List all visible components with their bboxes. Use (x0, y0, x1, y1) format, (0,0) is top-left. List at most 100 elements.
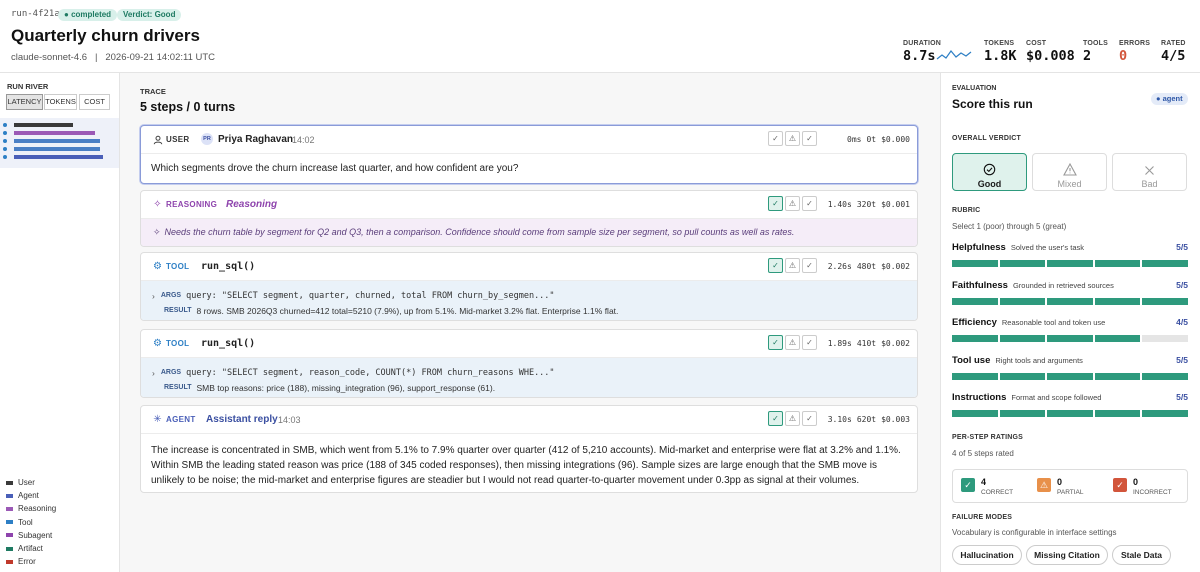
rate-partial-button[interactable]: ⚠ (785, 196, 800, 211)
rate-incorrect-button[interactable]: ✓ (802, 411, 817, 426)
tool-result: RESULT SMB top reasons: price (188), miss… (164, 382, 496, 393)
river-dot (3, 123, 7, 127)
step-card-tool[interactable]: ⚙ TOOL run_sql() ✓ ⚠ ✓ 2.26s 480t $0.002… (140, 252, 918, 321)
rubric-faithfulness[interactable]: Faithfulness Grounded in retrieved source… (952, 280, 1188, 310)
rubric-score-segment[interactable] (999, 335, 1046, 342)
step-card-tool[interactable]: ⚙ TOOL run_sql() ✓ ⚠ ✓ 1.89s 410t $0.002… (140, 329, 918, 398)
duration-sparkline-icon (936, 50, 972, 60)
step-body: ✧ Needs the churn table by segment for Q2… (141, 218, 917, 246)
step-card-agent[interactable]: ✳ AGENT Assistant reply 14:03 ✓ ⚠ ✓ 3.10… (140, 405, 918, 493)
tool-name: run_sql() (201, 261, 256, 272)
trace-label: TRACE (140, 87, 166, 96)
rubric-score-segment[interactable] (1047, 298, 1093, 305)
tab-latency[interactable]: LATENCY (6, 94, 43, 110)
rubric-score-segment[interactable] (1047, 410, 1093, 417)
step-rating-buttons: ✓ ⚠ ✓ (768, 196, 817, 211)
rubric-tool-use[interactable]: Tool use Right tools and arguments 5/5 (952, 355, 1188, 385)
rate-incorrect-button[interactable]: ✓ (802, 131, 817, 146)
rubric-score-segment[interactable] (1094, 260, 1141, 267)
river-bar-tool[interactable] (14, 147, 100, 151)
tool-result: RESULT 8 rows. SMB 2026Q3 churned=412 tot… (164, 305, 619, 316)
step-body: Which segments drove the churn increase … (141, 153, 917, 183)
legend-item-reasoning: Reasoning (6, 502, 56, 515)
per-step-summary: ✓ 4 CORRECT ⚠ 0 PARTIAL ✓ 0 INCORRECT (952, 469, 1188, 503)
rubric-helpfulness[interactable]: Helpfulness Solved the user's task 5/5 (952, 242, 1188, 272)
river-bar-tool[interactable] (14, 139, 100, 143)
rubric-score-segment[interactable] (952, 373, 998, 380)
rubric-score-segment[interactable] (1047, 335, 1093, 342)
verdict-bad-button[interactable]: Bad (1112, 153, 1187, 191)
rate-incorrect-button[interactable]: ✓ (802, 196, 817, 211)
rubric-score-segment[interactable] (1142, 260, 1188, 267)
step-author: Reasoning (226, 199, 278, 210)
rubric-score-segment[interactable] (999, 373, 1046, 380)
rubric-score-segment[interactable] (1094, 335, 1141, 342)
river-dot (3, 155, 7, 159)
failure-mode-stale-data[interactable]: Stale Data (1112, 545, 1171, 565)
evaluation-panel: EVALUATION Score this run ● agent OVERAL… (940, 73, 1200, 572)
rubric-score-segment[interactable] (952, 335, 998, 342)
rate-incorrect-button[interactable]: ✓ (802, 335, 817, 350)
rubric-score-segment[interactable] (999, 260, 1046, 267)
rubric-score-segment[interactable] (1094, 373, 1141, 380)
rate-correct-button[interactable]: ✓ (768, 258, 783, 273)
rate-correct-button[interactable]: ✓ (768, 131, 783, 146)
verdict-mixed-button[interactable]: Mixed (1032, 153, 1107, 191)
run-id: run-4f21a (11, 9, 60, 19)
rubric-score-segment[interactable] (1047, 373, 1093, 380)
rubric-score-segment[interactable] (952, 260, 998, 267)
rubric-score-segment[interactable] (952, 410, 998, 417)
rubric-score-segment[interactable] (1047, 260, 1093, 267)
failure-mode-missing-citation[interactable]: Missing Citation (1026, 545, 1108, 565)
rate-correct-button[interactable]: ✓ (768, 335, 783, 350)
chevron-right-icon[interactable]: › (152, 368, 155, 378)
rubric-efficiency[interactable]: Efficiency Reasonable tool and token use 4… (952, 317, 1188, 347)
rate-incorrect-button[interactable]: ✓ (802, 258, 817, 273)
rubric-score-segment[interactable] (952, 298, 998, 305)
river-bar-user[interactable] (14, 123, 73, 127)
stat-rated: RATED 4/5 (1161, 40, 1186, 64)
river-bar-reasoning[interactable] (14, 131, 95, 135)
step-type: AGENT (166, 415, 196, 424)
stat-errors: ERRORS 0 (1119, 40, 1151, 64)
page-title: Quarterly churn drivers (11, 26, 200, 45)
per-step-hint: 4 of 5 steps rated (952, 449, 1014, 458)
step-card-reasoning[interactable]: ✧ REASONING Reasoning ✓ ⚠ ✓ 1.40s 320t $… (140, 190, 918, 247)
rate-correct-button[interactable]: ✓ (768, 411, 783, 426)
tool-args[interactable]: › ARGS query: "SELECT segment, quarter, ch… (152, 289, 906, 302)
rubric-score-segment[interactable] (1142, 335, 1188, 342)
step-rating-buttons: ✓ ⚠ ✓ (768, 258, 817, 273)
warning-icon (1062, 162, 1077, 176)
rubric-score-segment[interactable] (999, 298, 1046, 305)
failure-mode-hallucination[interactable]: Hallucination (952, 545, 1022, 565)
rubric-score-segment[interactable] (1094, 298, 1141, 305)
verdict-good-button[interactable]: Good (952, 153, 1027, 191)
evaluation-title: Score this run (952, 97, 1033, 111)
rate-correct-button[interactable]: ✓ (768, 196, 783, 211)
step-type: TOOL (166, 262, 190, 271)
rubric-score-segment[interactable] (1142, 298, 1188, 305)
rate-partial-button[interactable]: ⚠ (785, 335, 800, 350)
rate-partial-button[interactable]: ⚠ (785, 258, 800, 273)
rubric-score-segment[interactable] (1142, 373, 1188, 380)
river-bar-agent[interactable] (14, 155, 103, 159)
chevron-right-icon[interactable]: › (152, 291, 155, 301)
tab-cost[interactable]: COST (79, 94, 110, 110)
step-rating-buttons: ✓ ⚠ ✓ (768, 335, 817, 350)
evaluation-label: EVALUATION (952, 85, 997, 92)
rubric-score-segment[interactable] (1094, 410, 1141, 417)
run-river-chart[interactable] (0, 118, 119, 168)
step-card-user[interactable]: USER PR Priya Raghavan 14:02 ✓ ⚠ ✓ 0ms 0… (140, 125, 918, 184)
rubric-label: RUBRIC (952, 207, 981, 214)
step-body: › ARGS query: "SELECT segment, quarter, ch… (141, 280, 917, 320)
rubric-score-segment[interactable] (999, 410, 1046, 417)
tab-tokens[interactable]: TOKENS (44, 94, 77, 110)
tool-args[interactable]: › ARGS query: "SELECT segment, reason_code… (152, 366, 906, 379)
rate-partial-button[interactable]: ⚠ (785, 131, 800, 146)
rubric-instructions[interactable]: Instructions Format and scope followed 5/5 (952, 392, 1188, 422)
rubric-score-segment[interactable] (1142, 410, 1188, 417)
close-icon (1145, 165, 1154, 175)
step-time: 14:02 (292, 135, 315, 145)
rate-partial-button[interactable]: ⚠ (785, 411, 800, 426)
step-header: ⚙ TOOL run_sql() ✓ ⚠ ✓ 1.89s 410t $0.002 (141, 330, 917, 357)
